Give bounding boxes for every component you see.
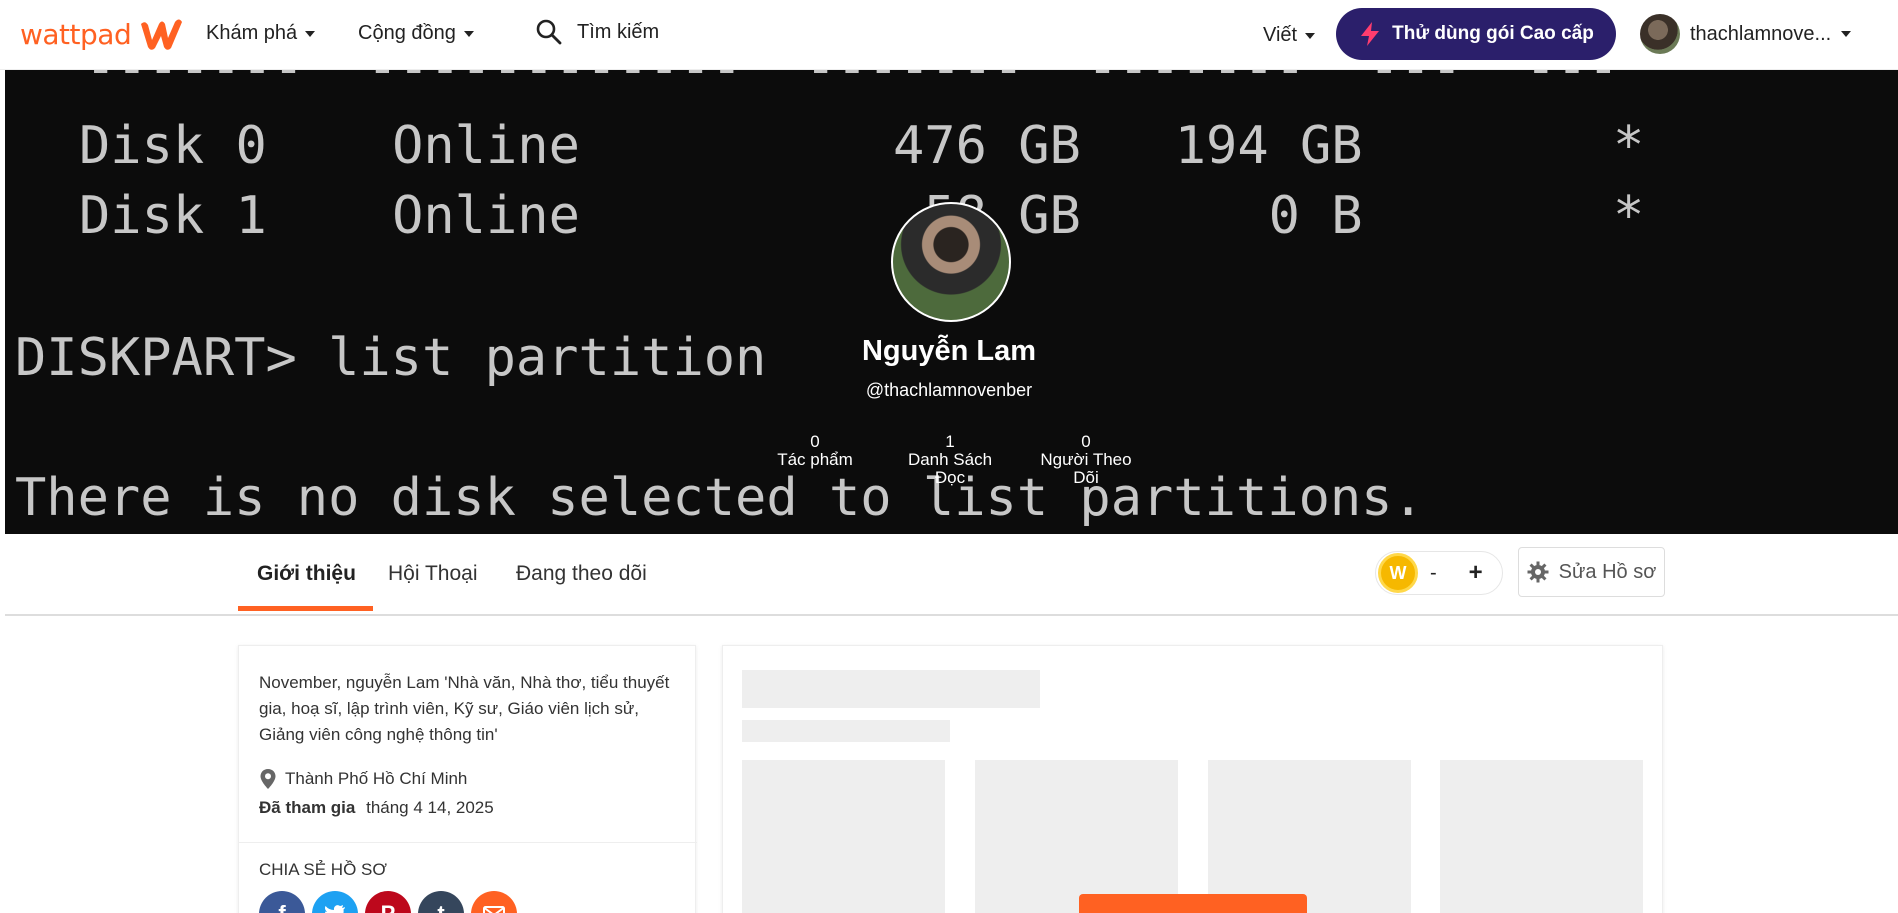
banner-text-line: Disk 0 Online 476 GB 194 GB * [79,116,1645,176]
facebook-icon[interactable]: f [259,891,305,913]
chevron-down-icon [463,30,474,37]
gear-icon [1527,561,1549,583]
skeleton-cover [742,760,945,913]
avatar [1640,14,1680,54]
write-label: Viết [1263,24,1298,46]
profile-location: Thành Phố Hồ Chí Minh [259,768,467,790]
search-bar[interactable]: Tìm kiếm [535,18,659,46]
joined-date: Đã tham gia tháng 4 14, 2025 [259,798,494,818]
stat-works[interactable]: 0 Tác phẩm [765,433,865,469]
coin-value: - [1430,561,1437,584]
wattpad-w-icon [141,19,183,50]
nav-explore[interactable]: Khám phá [206,22,316,45]
pinterest-icon[interactable]: P [365,891,411,913]
chevron-down-icon [1841,31,1852,37]
search-label: Tìm kiếm [577,20,660,43]
chevron-down-icon [1305,32,1316,39]
banner-text-line: ------- ------------ ------- ------- ---… [85,70,1619,94]
logo-text: wattpad [20,17,132,51]
works-panel [722,645,1663,913]
email-icon[interactable] [471,891,517,913]
coin-icon: W [1378,553,1418,593]
tab-about[interactable]: Giới thiệu [257,562,356,586]
profile-tabs-bar: Giới thiệu Hội Thoại Đang theo dõi W - +… [5,534,1898,616]
envelope-glyph [483,906,505,913]
coin-balance[interactable]: W - + [1375,551,1503,595]
divider [239,842,697,843]
profile-name: Nguyễn Lam [861,335,1037,367]
edit-profile-label: Sửa Hồ sơ [1558,560,1657,583]
stat-reading-lists[interactable]: 1 Danh Sách Đọc [900,433,1000,487]
joined-value: tháng 4 14, 2025 [366,798,494,817]
search-icon [536,19,562,45]
skeleton-cover [1208,760,1411,913]
profile-bio: November, nguyễn Lam 'Nhà văn, Nhà thơ, … [259,673,670,744]
stat-label: Danh Sách Đọc [907,450,993,487]
tab-following[interactable]: Đang theo dõi [516,562,647,586]
skeleton-cover [1440,760,1643,913]
stat-value: 0 [1081,432,1091,451]
premium-button[interactable]: Thử dùng gói Cao cấp [1336,8,1616,60]
about-card: November, nguyễn Lam 'Nhà văn, Nhà thơ, … [238,645,697,913]
edit-profile-button[interactable]: Sửa Hồ sơ [1518,547,1665,597]
tumblr-icon[interactable]: t [418,891,464,913]
add-coins-button[interactable]: + [1469,559,1483,587]
skeleton-cover [975,760,1178,913]
stat-followers[interactable]: 0 Người Theo Dõi [1036,433,1136,487]
write-menu[interactable]: Viết [1263,24,1316,47]
active-tab-indicator [238,606,373,611]
joined-label: Đã tham gia [259,798,356,817]
user-menu[interactable]: thachlamnove... [1640,14,1852,54]
nav-explore-label: Khám phá [206,22,298,44]
nav-community[interactable]: Cộng đồng [358,22,474,45]
skeleton-title [742,670,1040,708]
profile-avatar [891,202,1011,322]
wattpad-logo[interactable]: wattpad [20,16,185,52]
lightning-icon [1361,22,1380,46]
twitter-bird-glyph [325,905,345,913]
primary-action-button[interactable] [1079,894,1307,913]
stat-value: 0 [810,432,820,451]
banner-text-line: There is no disk selected to list partit… [15,468,1424,528]
chevron-down-icon [305,30,316,37]
profile-handle: @thachlamnovenber [865,380,1033,400]
stat-label: Tác phẩm [777,450,853,469]
banner-text-line: Disk 1 Online 58 GB 0 B * [79,186,1645,246]
premium-label: Thử dùng gói Cao cấp [1392,23,1594,44]
twitter-icon[interactable] [312,891,358,913]
location-label: Thành Phố Hồ Chí Minh [285,769,468,788]
nav-community-label: Cộng đồng [358,22,456,44]
tab-conversations[interactable]: Hội Thoại [388,562,478,586]
stat-value: 1 [945,432,955,451]
skeleton-subtitle [742,720,950,742]
share-profile-title: CHIA SẺ HỒ SƠ [259,860,387,879]
top-navbar: wattpad Khám phá Cộng đồng Tìm kiếm Viết… [0,0,1898,70]
location-pin-icon [260,769,276,789]
stat-label: Người Theo Dõi [1040,450,1132,487]
username-label: thachlamnove... [1690,22,1832,45]
